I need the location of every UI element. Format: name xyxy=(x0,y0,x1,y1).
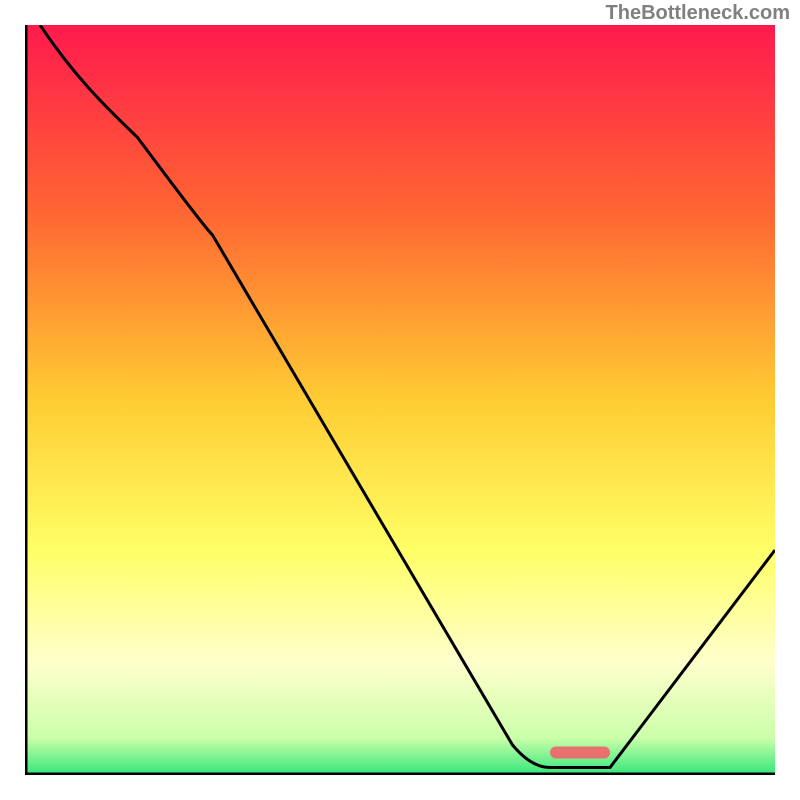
bottleneck-chart xyxy=(25,25,775,775)
chart-svg xyxy=(25,25,775,775)
watermark-text: TheBottleneck.com xyxy=(606,2,790,25)
optimal-marker xyxy=(550,747,610,759)
